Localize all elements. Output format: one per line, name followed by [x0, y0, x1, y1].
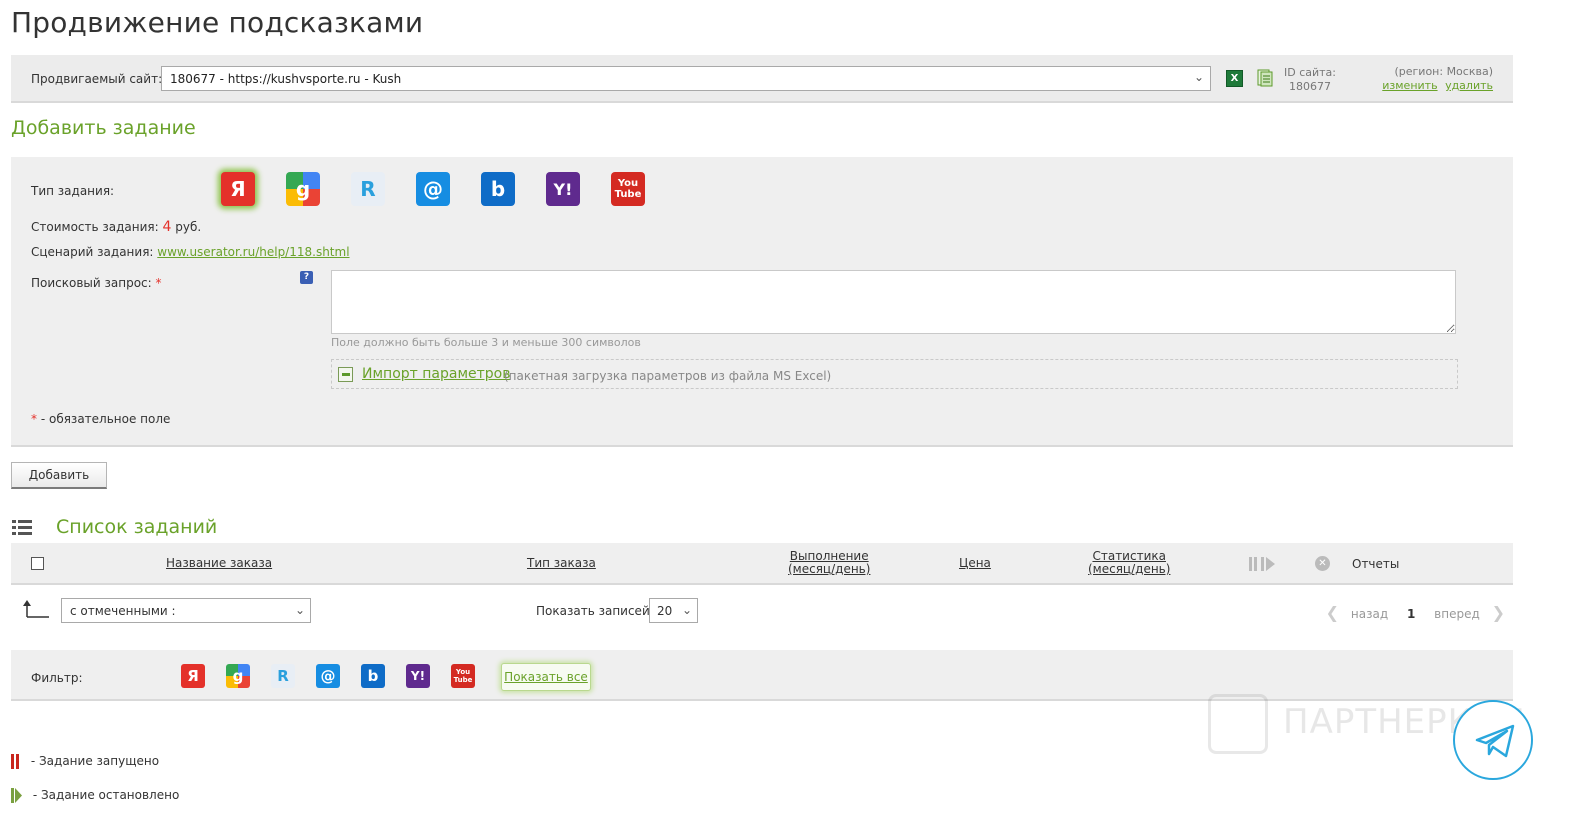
pager-prev[interactable]: назад [1351, 607, 1388, 621]
site-label: Продвигаемый сайт: [31, 72, 163, 86]
cost-value: 4 [162, 219, 172, 235]
search-query-textarea[interactable] [331, 270, 1456, 334]
filter-youtube-icon[interactable]: You Tube [451, 664, 475, 688]
query-label: Поисковый запрос: [31, 276, 152, 290]
change-site-link[interactable]: изменить [1382, 79, 1437, 92]
bulk-action-select[interactable]: с отмеченными : ⌄ [61, 598, 311, 623]
delete-site-link[interactable]: удалить [1445, 79, 1493, 92]
filter-rambler-icon[interactable]: R [271, 664, 295, 688]
cost-unit: руб. [175, 220, 202, 234]
pager-current: 1 [1406, 607, 1416, 621]
filter-bing-icon[interactable]: b [361, 664, 385, 688]
table-header: Название заказа Тип заказа Выполнение (м… [11, 543, 1513, 585]
mailru-icon[interactable]: @ [416, 172, 450, 206]
col-price[interactable]: Цена [959, 557, 991, 570]
required-note-row: * - обязательное поле [31, 412, 170, 426]
chevron-down-icon: ⌄ [681, 603, 692, 617]
per-page-value: 20 [657, 604, 673, 618]
task-type-label: Тип задания: [31, 184, 115, 198]
required-note-mark: * [31, 412, 37, 426]
query-hint: Поле должно быть больше 3 и меньше 300 с… [331, 336, 641, 349]
legend-stopped-text: - Задание остановлено [32, 788, 180, 802]
filter-icons: Я g R @ b Y! You Tube [181, 664, 496, 688]
prev-arrow-icon[interactable]: ❮ [1326, 603, 1339, 622]
col-order-type[interactable]: Тип заказа [527, 557, 596, 570]
filter-mailru-icon[interactable]: @ [316, 664, 340, 688]
yandex-icon[interactable]: Я [221, 172, 255, 206]
bing-icon[interactable]: b [481, 172, 515, 206]
task-type-icons: Я g R @ b Y! You Tube [221, 172, 676, 206]
import-params-link[interactable]: Импорт параметров [362, 366, 510, 382]
scenario-label: Сценарий задания: [31, 245, 154, 259]
import-box: Импорт параметров (пакетная загрузка пар… [331, 359, 1458, 389]
pager-next[interactable]: вперед [1434, 607, 1480, 621]
required-mark: * [155, 276, 162, 290]
show-all-button[interactable]: Показать все [501, 663, 591, 691]
legend-running: - Задание запущено [11, 754, 159, 769]
col-statistics[interactable]: Статистика (месяц/день) [1088, 550, 1170, 576]
excel-report-icon[interactable] [1257, 69, 1273, 87]
chevron-down-icon: ⌄ [294, 603, 305, 617]
add-task-panel: Тип задания: Я g R @ b Y! You Tube Стоим… [11, 157, 1513, 447]
import-excel-icon [338, 367, 353, 382]
add-button[interactable]: Добавить [11, 462, 107, 489]
cost-label: Стоимость задания: [31, 220, 159, 234]
bulk-action-value: с отмеченными : [70, 604, 176, 618]
select-all-checkbox[interactable] [31, 557, 44, 570]
legend-stopped: - Задание остановлено [11, 788, 179, 803]
required-note: - обязательное поле [40, 412, 171, 426]
site-bar: Продвигаемый сайт: 180677 - https://kush… [11, 55, 1513, 103]
chevron-down-icon: ⌄ [1193, 70, 1204, 84]
telegram-icon[interactable] [1453, 700, 1533, 780]
site-id-label: ID сайта: [1284, 66, 1337, 79]
site-id: ID сайта: 180677 [1284, 66, 1336, 94]
scenario-row: Сценарий задания: www.userator.ru/help/1… [31, 245, 350, 259]
filter-yahoo-icon[interactable]: Y! [406, 664, 430, 688]
cost-row: Стоимость задания: 4 руб. [31, 219, 201, 235]
col-order-name[interactable]: Название заказа [166, 557, 272, 570]
col-reports: Отчеты [1352, 557, 1400, 571]
task-list-heading: Список заданий [56, 516, 218, 538]
site-select[interactable]: 180677 - https://kushvsporte.ru - Kush ⌄ [161, 66, 1211, 91]
pause-play-icon[interactable] [1249, 556, 1277, 572]
youtube-icon[interactable]: You Tube [611, 172, 645, 206]
next-arrow-icon[interactable]: ❯ [1492, 603, 1505, 622]
pause-icon [11, 754, 19, 769]
region-text: (регион: Москва) [1394, 65, 1493, 78]
play-icon [11, 788, 22, 803]
legend-running-text: - Задание запущено [30, 754, 160, 768]
excel-export-icon[interactable]: X [1226, 70, 1243, 87]
filter-google-icon[interactable]: g [226, 664, 250, 688]
pagination: ❮ назад 1 вперед ❯ [1318, 603, 1513, 622]
page-title: Продвижение подсказками [11, 6, 424, 39]
close-icon[interactable]: ✕ [1315, 556, 1330, 571]
region-block: (регион: Москва) изменить удалить [1378, 65, 1493, 93]
show-records-label: Показать записей: [536, 604, 654, 618]
scenario-link[interactable]: www.userator.ru/help/118.shtml [157, 245, 349, 259]
list-icon [12, 520, 32, 536]
corner-arrow-icon [23, 600, 49, 618]
yahoo-icon[interactable]: Y! [546, 172, 580, 206]
add-task-heading: Добавить задание [11, 117, 196, 139]
show-all-link[interactable]: Показать все [504, 670, 588, 684]
site-select-value: 180677 - https://kushvsporte.ru - Kush [170, 72, 402, 86]
query-label-row: Поисковый запрос: * [31, 276, 162, 290]
google-icon[interactable]: g [286, 172, 320, 206]
filter-label: Фильтр: [31, 671, 83, 685]
per-page-select[interactable]: 20 ⌄ [649, 598, 698, 623]
col-completion[interactable]: Выполнение (месяц/день) [788, 550, 870, 576]
site-id-value: 180677 [1289, 80, 1331, 93]
filter-yandex-icon[interactable]: Я [181, 664, 205, 688]
import-note: (пакетная загрузка параметров из файла M… [504, 369, 832, 383]
watermark-logo-icon [1208, 694, 1268, 754]
help-icon[interactable]: ? [300, 271, 313, 284]
rambler-icon[interactable]: R [351, 172, 385, 206]
